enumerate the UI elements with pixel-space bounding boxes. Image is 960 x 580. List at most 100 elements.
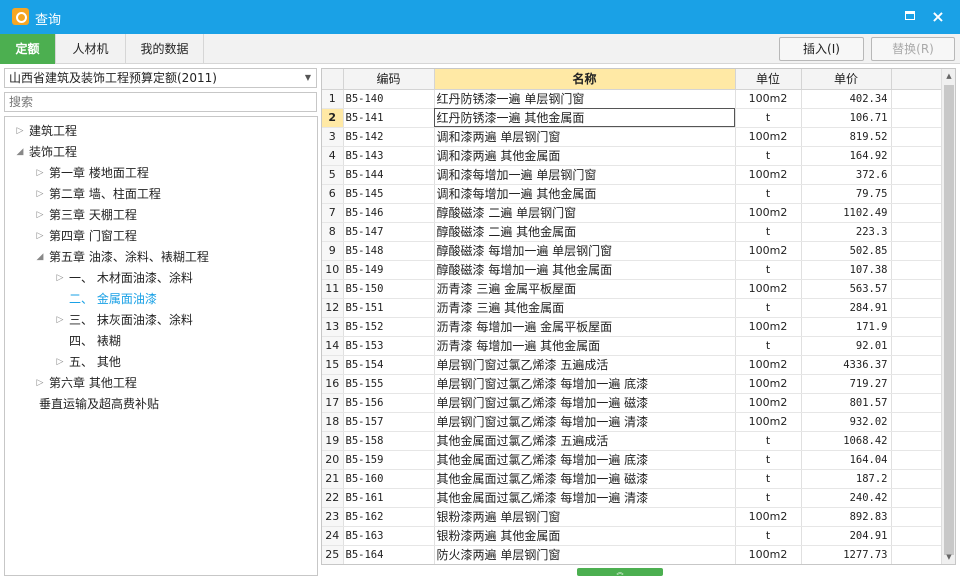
scroll-thumb[interactable] bbox=[944, 85, 954, 555]
cell-price[interactable]: 1068.42 bbox=[801, 431, 892, 451]
cell-code[interactable]: B5-140 bbox=[343, 89, 435, 109]
cell-name[interactable]: 其他金属面过氯乙烯漆 每增加一遍 底漆 bbox=[434, 450, 736, 470]
cell-code[interactable]: B5-145 bbox=[343, 184, 435, 204]
cell-name[interactable]: 其他金属面过氯乙烯漆 五遍成活 bbox=[434, 431, 736, 451]
cell-unit[interactable]: t bbox=[735, 222, 802, 242]
collapse-arrow-icon[interactable]: ◢ bbox=[15, 142, 25, 163]
table-row[interactable]: 24 B5-163 银粉漆两遍 其他金属面 t 204.91 bbox=[322, 526, 943, 546]
table-row[interactable]: 21 B5-160 其他金属面过氯乙烯漆 每增加一遍 磁漆 t 187.2 bbox=[322, 469, 943, 489]
cell-price[interactable]: 106.71 bbox=[801, 108, 892, 128]
table-row[interactable]: 7 B5-146 醇酸磁漆 二遍 单层钢门窗 100m2 1102.49 bbox=[322, 203, 943, 223]
cell-name[interactable]: 调和漆两遍 其他金属面 bbox=[434, 146, 736, 166]
cell-name[interactable]: 沥青漆 每增加一遍 金属平板屋面 bbox=[434, 317, 736, 337]
table-row[interactable]: 3 B5-142 调和漆两遍 单层钢门窗 100m2 819.52 bbox=[322, 127, 943, 147]
cell-price[interactable]: 171.9 bbox=[801, 317, 892, 337]
cell-price[interactable]: 1102.49 bbox=[801, 203, 892, 223]
cell-code[interactable]: B5-151 bbox=[343, 298, 435, 318]
cell-unit[interactable]: 100m2 bbox=[735, 89, 802, 109]
cell-price[interactable]: 819.52 bbox=[801, 127, 892, 147]
cell-name[interactable]: 沥青漆 三遍 其他金属面 bbox=[434, 298, 736, 318]
cell-price[interactable]: 92.01 bbox=[801, 336, 892, 356]
table-row[interactable]: 11 B5-150 沥青漆 三遍 金属平板屋面 100m2 563.57 bbox=[322, 279, 943, 299]
cell-price[interactable]: 892.83 bbox=[801, 507, 892, 527]
cell-code[interactable]: B5-157 bbox=[343, 412, 435, 432]
cell-unit[interactable]: 100m2 bbox=[735, 545, 802, 564]
panel-splitter[interactable]: ︽ bbox=[577, 568, 663, 576]
cell-price[interactable]: 107.38 bbox=[801, 260, 892, 280]
cell-name[interactable]: 醇酸磁漆 每增加一遍 其他金属面 bbox=[434, 260, 736, 280]
cell-name[interactable]: 调和漆每增加一遍 单层钢门窗 bbox=[434, 165, 736, 185]
table-row[interactable]: 19 B5-158 其他金属面过氯乙烯漆 五遍成活 t 1068.42 bbox=[322, 431, 943, 451]
table-row[interactable]: 18 B5-157 单层钢门窗过氯乙烯漆 每增加一遍 清漆 100m2 932.02 bbox=[322, 412, 943, 432]
cell-price[interactable]: 502.85 bbox=[801, 241, 892, 261]
cell-code[interactable]: B5-144 bbox=[343, 165, 435, 185]
cell-code[interactable]: B5-156 bbox=[343, 393, 435, 413]
cell-name[interactable]: 醇酸磁漆 二遍 单层钢门窗 bbox=[434, 203, 736, 223]
cell-code[interactable]: B5-154 bbox=[343, 355, 435, 375]
cell-code[interactable]: B5-143 bbox=[343, 146, 435, 166]
cell-price[interactable]: 402.34 bbox=[801, 89, 892, 109]
cell-code[interactable]: B5-152 bbox=[343, 317, 435, 337]
cell-price[interactable]: 204.91 bbox=[801, 526, 892, 546]
table-row[interactable]: 5 B5-144 调和漆每增加一遍 单层钢门窗 100m2 372.6 bbox=[322, 165, 943, 185]
cell-name[interactable]: 沥青漆 每增加一遍 其他金属面 bbox=[434, 336, 736, 356]
table-row[interactable]: 8 B5-147 醇酸磁漆 二遍 其他金属面 t 223.3 bbox=[322, 222, 943, 242]
cell-price[interactable]: 372.6 bbox=[801, 165, 892, 185]
cell-code[interactable]: B5-160 bbox=[343, 469, 435, 489]
cell-price[interactable]: 164.04 bbox=[801, 450, 892, 470]
cell-code[interactable]: B5-142 bbox=[343, 127, 435, 147]
table-row[interactable]: 4 B5-143 调和漆两遍 其他金属面 t 164.92 bbox=[322, 146, 943, 166]
cell-price[interactable]: 1277.73 bbox=[801, 545, 892, 564]
expand-arrow-icon[interactable]: ▷ bbox=[35, 184, 45, 205]
cell-name[interactable]: 单层钢门窗过氯乙烯漆 五遍成活 bbox=[434, 355, 736, 375]
insert-button[interactable]: 插入(I) bbox=[779, 37, 864, 61]
cell-code[interactable]: B5-153 bbox=[343, 336, 435, 356]
cell-unit[interactable]: 100m2 bbox=[735, 165, 802, 185]
cell-price[interactable]: 223.3 bbox=[801, 222, 892, 242]
table-row[interactable]: 17 B5-156 单层钢门窗过氯乙烯漆 每增加一遍 磁漆 100m2 801.57 bbox=[322, 393, 943, 413]
expand-arrow-icon[interactable]: ▷ bbox=[55, 352, 65, 373]
cell-name[interactable]: 防火漆两遍 单层钢门窗 bbox=[434, 545, 736, 564]
grid-vertical-scrollbar[interactable]: ▲ ▼ bbox=[941, 69, 955, 564]
expand-arrow-icon[interactable]: ▷ bbox=[35, 163, 45, 184]
cell-unit[interactable]: t bbox=[735, 146, 802, 166]
cell-code[interactable]: B5-147 bbox=[343, 222, 435, 242]
col-header-code[interactable]: 编码 bbox=[343, 69, 435, 90]
cell-price[interactable]: 801.57 bbox=[801, 393, 892, 413]
cell-name[interactable]: 其他金属面过氯乙烯漆 每增加一遍 磁漆 bbox=[434, 469, 736, 489]
cell-unit[interactable]: t bbox=[735, 431, 802, 451]
replace-button[interactable]: 替换(R) bbox=[871, 37, 955, 61]
cell-code[interactable]: B5-161 bbox=[343, 488, 435, 508]
cell-code[interactable]: B5-146 bbox=[343, 203, 435, 223]
scroll-down-icon[interactable]: ▼ bbox=[942, 550, 956, 564]
col-header-price[interactable]: 单价 bbox=[801, 69, 892, 90]
tab-quota[interactable]: 定额 bbox=[0, 34, 56, 64]
cell-price[interactable]: 79.75 bbox=[801, 184, 892, 204]
cell-unit[interactable]: 100m2 bbox=[735, 317, 802, 337]
cell-price[interactable]: 187.2 bbox=[801, 469, 892, 489]
collapse-arrow-icon[interactable]: ◢ bbox=[35, 247, 45, 268]
cell-code[interactable]: B5-155 bbox=[343, 374, 435, 394]
table-row[interactable]: 22 B5-161 其他金属面过氯乙烯漆 每增加一遍 清漆 t 240.42 bbox=[322, 488, 943, 508]
table-row[interactable]: 9 B5-148 醇酸磁漆 每增加一遍 单层钢门窗 100m2 502.85 bbox=[322, 241, 943, 261]
expand-arrow-icon[interactable]: ▷ bbox=[35, 226, 45, 247]
table-row[interactable]: 14 B5-153 沥青漆 每增加一遍 其他金属面 t 92.01 bbox=[322, 336, 943, 356]
cell-name[interactable]: 沥青漆 三遍 金属平板屋面 bbox=[434, 279, 736, 299]
cell-code[interactable]: B5-159 bbox=[343, 450, 435, 470]
cell-unit[interactable]: 100m2 bbox=[735, 412, 802, 432]
cell-unit[interactable]: t bbox=[735, 298, 802, 318]
table-row[interactable]: 12 B5-151 沥青漆 三遍 其他金属面 t 284.91 bbox=[322, 298, 943, 318]
cell-unit[interactable]: t bbox=[735, 336, 802, 356]
cell-name[interactable]: 红丹防锈漆一遍 其他金属面 bbox=[434, 108, 736, 128]
cell-code[interactable]: B5-150 bbox=[343, 279, 435, 299]
cell-name[interactable]: 单层钢门窗过氯乙烯漆 每增加一遍 底漆 bbox=[434, 374, 736, 394]
expand-arrow-icon[interactable]: ▷ bbox=[55, 268, 65, 289]
table-row[interactable]: 25 B5-164 防火漆两遍 单层钢门窗 100m2 1277.73 bbox=[322, 545, 943, 564]
table-row[interactable]: 10 B5-149 醇酸磁漆 每增加一遍 其他金属面 t 107.38 bbox=[322, 260, 943, 280]
cell-code[interactable]: B5-162 bbox=[343, 507, 435, 527]
table-row[interactable]: 6 B5-145 调和漆每增加一遍 其他金属面 t 79.75 bbox=[322, 184, 943, 204]
table-row[interactable]: 20 B5-159 其他金属面过氯乙烯漆 每增加一遍 底漆 t 164.04 bbox=[322, 450, 943, 470]
tab-materials[interactable]: 人材机 bbox=[56, 34, 126, 64]
cell-name[interactable]: 银粉漆两遍 其他金属面 bbox=[434, 526, 736, 546]
cell-code[interactable]: B5-158 bbox=[343, 431, 435, 451]
